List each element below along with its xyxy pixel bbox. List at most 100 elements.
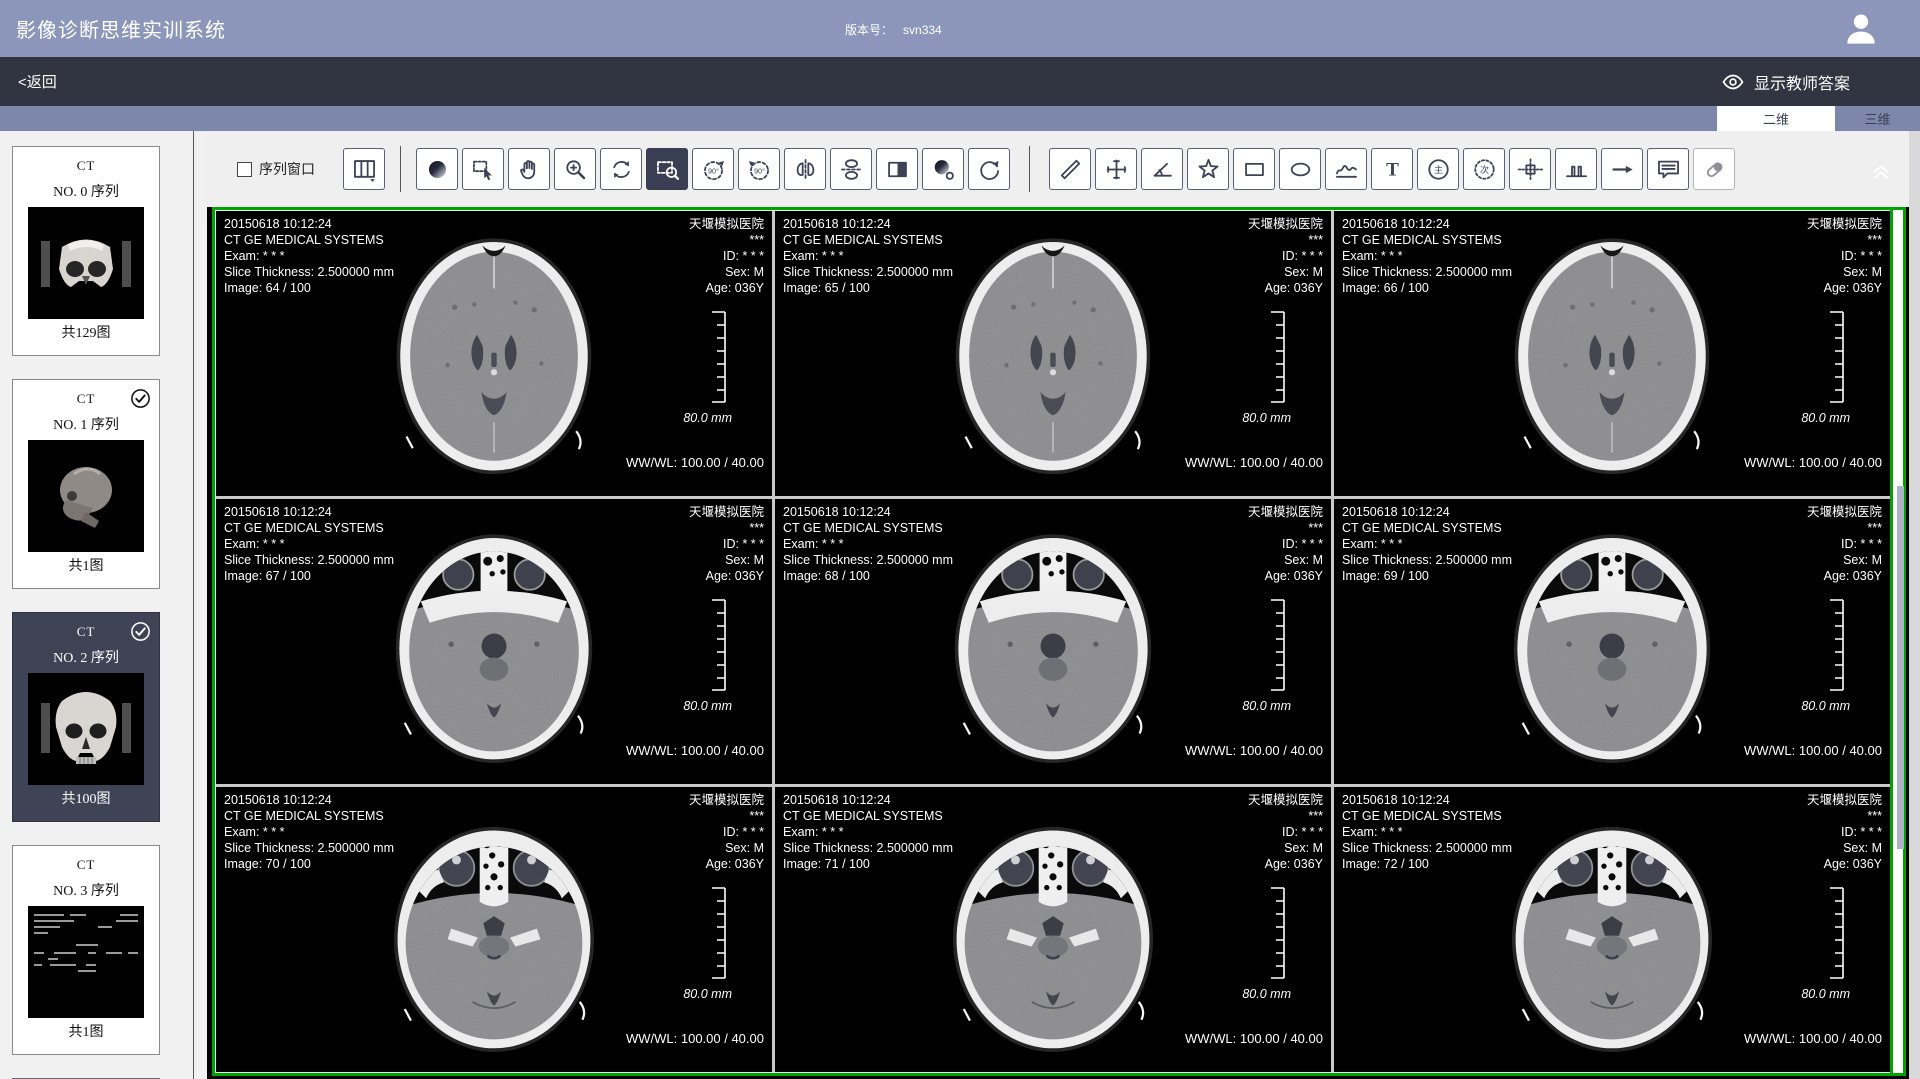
checkbox-box[interactable] — [237, 162, 252, 177]
arrow-annotation-button[interactable] — [1601, 148, 1643, 190]
medical-imaging-app: 影像诊断思维实训系统 版本号：svn334 <返回 显示教师答案 二维 三维 C… — [0, 0, 1920, 1079]
length-measure-button[interactable] — [1049, 148, 1091, 190]
star-annotation-button[interactable] — [1187, 148, 1229, 190]
patient-age: Age: 036Y — [689, 568, 764, 584]
device-name: CT GE MEDICAL SYSTEMS — [224, 232, 394, 248]
flip-horizontal-button[interactable] — [784, 148, 826, 190]
user-icon[interactable] — [1840, 9, 1882, 49]
cell-overlay-left: 20150618 10:12:24 CT GE MEDICAL SYSTEMS … — [224, 504, 394, 584]
cell-overlay-left: 20150618 10:12:24 CT GE MEDICAL SYSTEMS … — [1342, 216, 1512, 296]
svg-text:90°: 90° — [707, 166, 718, 175]
show-teacher-answer-button[interactable]: 显示教师答案 — [1721, 57, 1850, 106]
collapse-toolbar-button[interactable] — [1869, 158, 1893, 182]
slice-thickness: Slice Thickness: 2.500000 mm — [783, 840, 953, 856]
image-index: Image: 66 / 100 — [1342, 280, 1512, 296]
window-sphere-button[interactable] — [416, 148, 458, 190]
viewer-cell-7[interactable]: 20150618 10:12:24 CT GE MEDICAL SYSTEMS … — [775, 787, 1331, 1072]
tab-3d[interactable]: 三维 — [1835, 106, 1920, 131]
region-zoom-button[interactable] — [646, 148, 688, 190]
viewer-cell-8[interactable]: 20150618 10:12:24 CT GE MEDICAL SYSTEMS … — [1334, 787, 1890, 1072]
select-button[interactable] — [462, 148, 504, 190]
cross-measure-button[interactable] — [1095, 148, 1137, 190]
patient-sex: Sex: M — [689, 840, 764, 856]
roi-box-button[interactable] — [1509, 148, 1551, 190]
stars: *** — [689, 520, 764, 536]
viewer-cell-0[interactable]: 20150618 10:12:24 CT GE MEDICAL SYSTEMS … — [216, 211, 772, 496]
patient-age: Age: 036Y — [689, 280, 764, 296]
patient-sex: Sex: M — [1248, 840, 1323, 856]
series-card-3[interactable]: CT NO. 3 序列 共1图 — [12, 845, 160, 1055]
viewer-scrollbar[interactable] — [1890, 210, 1903, 1073]
ellipse-annotation-button[interactable] — [1279, 148, 1321, 190]
exam-label: Exam: * * * — [783, 536, 953, 552]
series-count: 共129图 — [13, 322, 159, 342]
series-card-2[interactable]: CT NO. 2 序列 共100图 — [12, 612, 160, 822]
scale-ruler-icon — [1829, 311, 1844, 408]
reset-button[interactable] — [968, 148, 1010, 190]
cell-overlay-right: 天堰模拟医院 *** ID: * * * Sex: M Age: 036Y — [1248, 504, 1323, 584]
eraser-button[interactable] — [1693, 148, 1735, 190]
secondary-mark-button[interactable]: 次 — [1463, 148, 1505, 190]
stars: *** — [689, 808, 764, 824]
series-window-checkbox[interactable]: 序列窗口 — [237, 159, 315, 179]
viewer-cell-4[interactable]: 20150618 10:12:24 CT GE MEDICAL SYSTEMS … — [775, 499, 1331, 784]
cell-overlay-right: 天堰模拟医院 *** ID: * * * Sex: M Age: 036Y — [1248, 792, 1323, 872]
viewer-cell-6[interactable]: 20150618 10:12:24 CT GE MEDICAL SYSTEMS … — [216, 787, 772, 1072]
study-datetime: 20150618 10:12:24 — [783, 504, 953, 520]
cell-overlay-left: 20150618 10:12:24 CT GE MEDICAL SYSTEMS … — [1342, 792, 1512, 872]
viewer-cell-1[interactable]: 20150618 10:12:24 CT GE MEDICAL SYSTEMS … — [775, 211, 1331, 496]
version-value: svn334 — [903, 23, 942, 37]
content-area: CT NO. 0 序列 共129图 CT NO. 1 序列 共1图 CT NO.… — [0, 131, 1920, 1079]
patient-age: Age: 036Y — [1807, 568, 1882, 584]
svg-text:次: 次 — [1479, 163, 1488, 174]
cell-overlay-right: 天堰模拟医院 *** ID: * * * Sex: M Age: 036Y — [689, 216, 764, 296]
study-datetime: 20150618 10:12:24 — [783, 216, 953, 232]
patient-age: Age: 036Y — [1807, 280, 1882, 296]
text-annotation-button[interactable]: T — [1371, 148, 1413, 190]
ct-slice-image — [928, 505, 1178, 779]
rotate-button[interactable] — [600, 148, 642, 190]
window-width-level: WW/WL: 100.00 / 40.00 — [1185, 455, 1323, 470]
main-area: 序列窗口 90° 90° T主 次 20150618 10:12:24 CT GE M… — [207, 131, 1920, 1079]
image-index: Image: 65 / 100 — [783, 280, 953, 296]
exam-label: Exam: * * * — [783, 248, 953, 264]
pan-button[interactable] — [508, 148, 550, 190]
rotate-90-ccw-button[interactable]: 90° — [692, 148, 734, 190]
patient-age: Age: 036Y — [689, 856, 764, 872]
series-title: NO. 2 序列 — [13, 647, 159, 667]
series-thumbnail — [28, 440, 144, 552]
invert-button[interactable] — [876, 148, 918, 190]
window-width-level: WW/WL: 100.00 / 40.00 — [1185, 1031, 1323, 1046]
device-name: CT GE MEDICAL SYSTEMS — [224, 520, 394, 536]
flip-vertical-button[interactable] — [830, 148, 872, 190]
back-button[interactable]: <返回 — [18, 71, 57, 92]
rect-annotation-button[interactable] — [1233, 148, 1275, 190]
rotate-90-cw-button[interactable]: 90° — [738, 148, 780, 190]
series-card-1[interactable]: CT NO. 1 序列 共1图 — [12, 379, 160, 589]
viewer-scrollbar-thumb[interactable] — [1897, 486, 1904, 848]
angle-measure-button[interactable] — [1141, 148, 1183, 190]
viewer-cell-2[interactable]: 20150618 10:12:24 CT GE MEDICAL SYSTEMS … — [1334, 211, 1890, 496]
zoom-in-button[interactable] — [554, 148, 596, 190]
show-teacher-answer-label: 显示教师答案 — [1754, 70, 1850, 94]
tab-2d[interactable]: 二维 — [1717, 106, 1835, 131]
image-index: Image: 67 / 100 — [224, 568, 394, 584]
primary-mark-button[interactable]: 主 — [1417, 148, 1459, 190]
curve-annotation-button[interactable] — [1325, 148, 1367, 190]
viewer-cell-5[interactable]: 20150618 10:12:24 CT GE MEDICAL SYSTEMS … — [1334, 499, 1890, 784]
hospital-name: 天堰模拟医院 — [1248, 216, 1323, 232]
ct-slice-image — [1487, 793, 1737, 1067]
series-thumbnail — [28, 673, 144, 785]
patient-id: ID: * * * — [1807, 248, 1882, 264]
window-width-level: WW/WL: 100.00 / 40.00 — [1744, 743, 1882, 758]
comment-annotation-button[interactable] — [1647, 148, 1689, 190]
viewer-cell-3[interactable]: 20150618 10:12:24 CT GE MEDICAL SYSTEMS … — [216, 499, 772, 784]
scale-label: 80.0 mm — [1801, 699, 1850, 713]
version-info: 版本号：svn334 — [845, 21, 952, 38]
layout-button[interactable] — [343, 148, 385, 190]
series-card-0[interactable]: CT NO. 0 序列 共129图 — [12, 146, 160, 356]
patient-sex: Sex: M — [1807, 552, 1882, 568]
profile-measure-button[interactable] — [1555, 148, 1597, 190]
window-level-button[interactable] — [922, 148, 964, 190]
series-modality: CT — [13, 158, 159, 174]
